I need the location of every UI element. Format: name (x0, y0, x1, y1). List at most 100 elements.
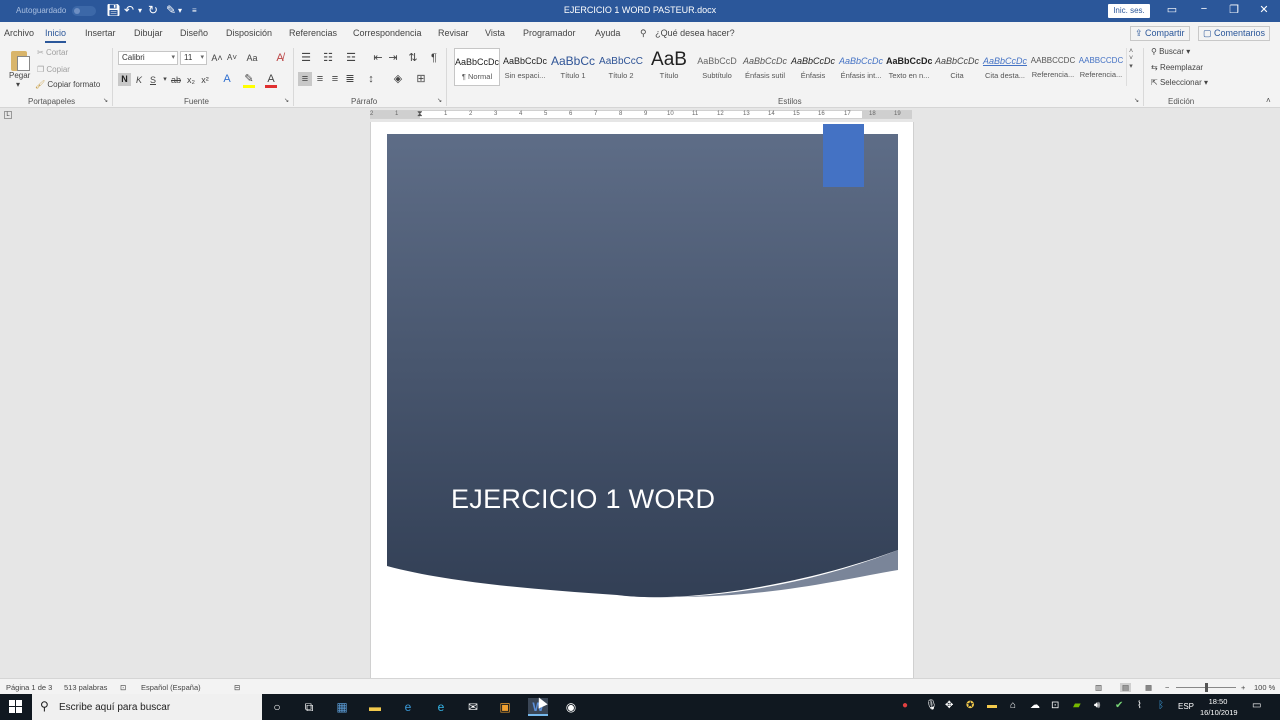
style-subtle-emphasis[interactable]: AaBbCcDc Énfasis sutil (742, 48, 788, 86)
copy-button[interactable]: ❐ Copiar (37, 65, 70, 74)
read-mode-icon[interactable]: ▥ (1095, 683, 1102, 692)
microphone-tray-icon[interactable]: 🎙︎ (925, 700, 938, 711)
text-effects-icon[interactable]: A (220, 72, 234, 86)
app-tray-icon[interactable]: ✪ (966, 700, 974, 711)
comments-button[interactable]: ▢ Comentarios (1198, 26, 1271, 41)
style-subtle-reference[interactable]: AaBbCcDc Referencia... (1030, 48, 1076, 86)
word-count[interactable]: 513 palabras (64, 683, 107, 692)
tab-correspondencia[interactable]: Correspondencia (353, 28, 422, 38)
find-button[interactable]: ⚲ Buscar ▾ (1151, 47, 1190, 56)
cut-button[interactable]: ✂ Cortar (37, 48, 68, 57)
decrease-indent-icon[interactable]: ⇤ (371, 51, 385, 65)
document-page[interactable]: EJERCICIO 1 WORD (370, 122, 914, 682)
minimize-icon[interactable]: − (1196, 3, 1212, 15)
tab-disposicion[interactable]: Disposición (226, 28, 272, 38)
internet-explorer-icon[interactable]: e (431, 698, 451, 716)
nvidia-tray-icon[interactable]: ▰ (1073, 700, 1081, 711)
font-family-combo[interactable]: Calibri (118, 51, 178, 65)
language-status[interactable]: Español (España) (141, 683, 201, 692)
shrink-font-icon[interactable]: A˅ (225, 51, 239, 65)
italic-button[interactable]: K (132, 73, 146, 87)
taskbar-clock[interactable]: 18:50 16/10/2019 (1200, 696, 1238, 718)
share-button[interactable]: ⇪ Compartir (1130, 26, 1190, 41)
font-color-icon[interactable]: A (264, 72, 278, 86)
antivirus-tray-icon[interactable]: ● (902, 700, 908, 711)
paste-icon[interactable] (11, 48, 31, 72)
style-intense-quote[interactable]: AaBbCcDc Cita desta... (982, 48, 1028, 86)
security-tray-icon[interactable]: ✔ (1115, 700, 1123, 711)
indent-marker-icon[interactable]: ⧗ (417, 109, 423, 119)
tab-inicio[interactable]: Inicio (45, 28, 67, 43)
style-strong[interactable]: AaBbCcDc Texto en n... (886, 48, 932, 86)
tab-referencias[interactable]: Referencias (289, 28, 337, 38)
line-spacing-icon[interactable]: ↕ (364, 72, 378, 86)
wifi-icon[interactable]: ⌇ (1137, 700, 1142, 711)
cortana-icon[interactable]: ○ (267, 698, 287, 716)
print-layout-icon[interactable]: ▤ (1120, 683, 1132, 692)
tab-programador[interactable]: Programador (523, 28, 576, 38)
style-intense-emphasis[interactable]: AaBbCcDc Énfasis int... (838, 48, 884, 86)
strikethrough-icon[interactable]: ab (169, 73, 183, 87)
style-quote[interactable]: AaBbCcDc Cita (934, 48, 980, 86)
media-app-icon[interactable]: ▣ (495, 698, 515, 716)
collapse-ribbon-icon[interactable]: ˄ (1266, 96, 1271, 105)
font-size-combo[interactable]: 11 (180, 51, 207, 65)
superscript-icon[interactable]: x² (198, 73, 212, 87)
highlight-icon[interactable]: ✎ (242, 72, 256, 86)
tab-ayuda[interactable]: Ayuda (595, 28, 620, 38)
style-normal[interactable]: AaBbCcDc ¶ Normal (454, 48, 500, 86)
style-no-spacing[interactable]: AaBbCcDc Sin espaci... (502, 48, 548, 86)
multilevel-list-icon[interactable]: ☲ (344, 51, 358, 65)
cloud-tray-icon[interactable]: ☁ (1030, 700, 1040, 711)
usb-tray-icon[interactable]: ⌂ (1010, 700, 1016, 711)
style-emphasis[interactable]: AaBbCcDc Énfasis (790, 48, 836, 86)
recorder-app-icon[interactable]: ◉ (561, 698, 581, 716)
cover-title[interactable]: EJERCICIO 1 WORD (451, 484, 715, 515)
close-icon[interactable]: ✕ (1256, 3, 1272, 16)
mail-app-icon[interactable]: ✉ (463, 698, 483, 716)
sign-in-button[interactable]: Inic. ses. (1108, 4, 1150, 18)
show-marks-icon[interactable]: ¶ (427, 51, 441, 65)
bullets-icon[interactable]: ☰ (299, 51, 313, 65)
style-subtitle[interactable]: AaBbCcD Subtítulo (694, 48, 740, 86)
windows-start-icon[interactable] (9, 700, 23, 714)
file-explorer-icon[interactable]: ▬ (365, 698, 385, 716)
taskbar-search-box[interactable]: ⚲ Escribe aquí para buscar (32, 694, 262, 720)
grow-font-icon[interactable]: A˄ (210, 51, 224, 65)
style-heading-2[interactable]: AaBbCcC Título 2 (598, 48, 644, 86)
page-count[interactable]: Página 1 de 3 (6, 683, 52, 692)
justify-icon[interactable]: ≣ (343, 72, 357, 86)
tell-me-search[interactable]: ⚲ ¿Qué desea hacer? (640, 28, 735, 39)
tab-insertar[interactable]: Insertar (85, 28, 116, 38)
font-launcher-icon[interactable]: ↘ (284, 97, 289, 104)
dropbox-tray-icon[interactable]: ✥ (945, 700, 953, 711)
folder-tray-icon[interactable]: ▬ (987, 700, 997, 711)
style-title[interactable]: AaB Título (646, 48, 692, 86)
calculator-app-icon[interactable]: ▦ (332, 698, 352, 716)
style-heading-1[interactable]: AaBbCc Título 1 (550, 48, 596, 86)
select-button[interactable]: ⇱ Seleccionar ▾ (1151, 78, 1208, 87)
paste-dropdown-icon[interactable]: ▾ (16, 80, 20, 89)
format-painter-button[interactable]: 🖌︎ Copiar formato (35, 80, 100, 89)
align-right-icon[interactable]: ≡ (328, 72, 342, 86)
paste-button[interactable]: Pegar (9, 71, 30, 80)
tab-archivo[interactable]: Archivo (4, 28, 34, 38)
input-language[interactable]: ESP (1178, 702, 1194, 711)
zoom-in-icon[interactable]: + (1241, 683, 1245, 692)
clipboard-launcher-icon[interactable]: ↘ (103, 97, 108, 104)
network-share-tray-icon[interactable]: ⊡ (1051, 700, 1059, 711)
shading-icon[interactable]: ◈ (391, 72, 405, 86)
increase-indent-icon[interactable]: ⇥ (386, 51, 400, 65)
subscript-icon[interactable]: x₂ (184, 73, 198, 87)
restore-icon[interactable]: ❐ (1226, 3, 1242, 16)
tab-diseno[interactable]: Diseño (180, 28, 208, 38)
replace-button[interactable]: ⇆ Reemplazar (1151, 63, 1203, 72)
styles-gallery-scroll[interactable]: ˄ ˅ ▾ (1126, 48, 1135, 86)
horizontal-ruler[interactable]: 2 1 ⧗ 1 2 3 4 5 6 7 8 9 10 11 12 13 14 1… (370, 109, 912, 119)
tab-revisar[interactable]: Revisar (438, 28, 469, 38)
action-center-icon[interactable]: ▭ (1252, 700, 1261, 711)
paragraph-launcher-icon[interactable]: ↘ (437, 97, 442, 104)
macro-recording-icon[interactable]: ⊟ (234, 683, 240, 692)
proofing-icon[interactable]: ⊡ (120, 683, 126, 692)
numbering-icon[interactable]: ☷ (321, 51, 335, 65)
